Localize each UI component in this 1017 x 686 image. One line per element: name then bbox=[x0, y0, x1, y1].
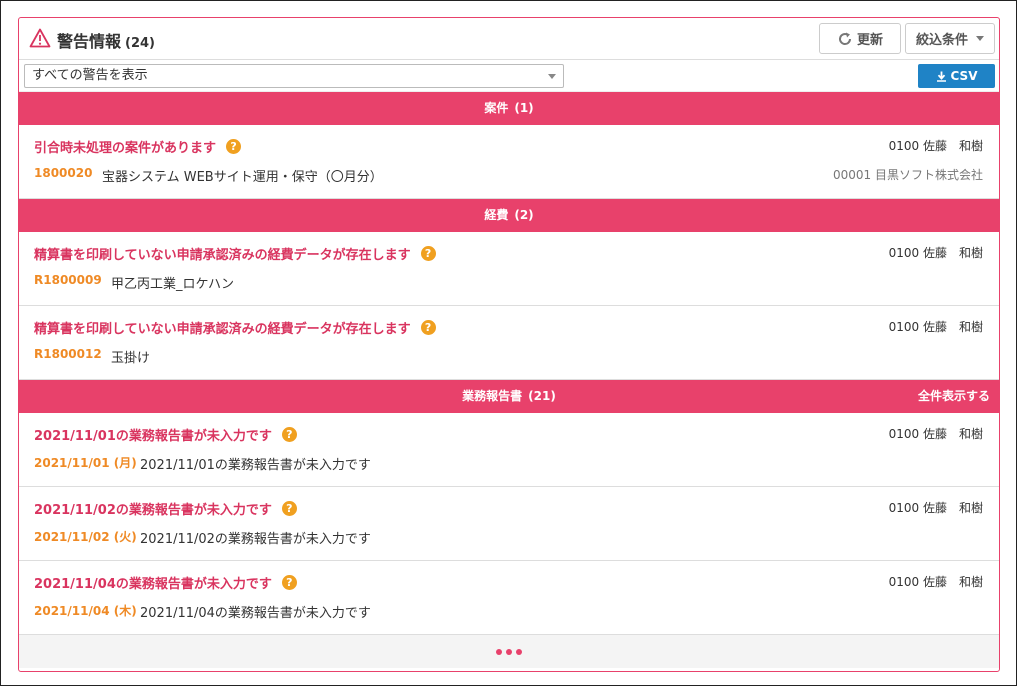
load-more-button[interactable] bbox=[19, 635, 999, 668]
help-icon[interactable]: ? bbox=[226, 139, 242, 154]
warning-item-title[interactable]: 2021/11/04の業務報告書が未入力です ? bbox=[34, 573, 297, 592]
warning-item-title[interactable]: 精算書を印刷していない申請承認済みの経費データが存在します ? bbox=[34, 318, 436, 337]
warning-item-date[interactable]: 2021/11/02 (火) bbox=[34, 528, 137, 545]
warning-item[interactable]: 引合時未処理の案件があります ? 0100 佐藤 和樹 1800020 宝器シス… bbox=[19, 125, 999, 199]
screen-frame: 警告情報 (24) 更新 絞込条件 すべての警告を表示 CSV 案件 (1) 引… bbox=[0, 0, 1017, 686]
warning-item-description: 玉掛け bbox=[111, 351, 151, 366]
warning-item-client: 00001 目黒ソフト株式会社 bbox=[833, 168, 983, 182]
warning-item-title[interactable]: 2021/11/02の業務報告書が未入力です ? bbox=[34, 499, 297, 518]
warning-item-user: 0100 佐藤 和樹 bbox=[888, 427, 983, 441]
refresh-icon bbox=[838, 32, 851, 45]
help-icon[interactable]: ? bbox=[281, 575, 297, 590]
warning-item[interactable]: 精算書を印刷していない申請承認済みの経費データが存在します ? 0100 佐藤 … bbox=[19, 232, 999, 306]
refresh-label: 更新 bbox=[856, 33, 883, 48]
more-dot-icon bbox=[516, 648, 522, 655]
section-header-work-reports: 業務報告書 (21) 全件表示する bbox=[19, 380, 999, 413]
warning-item-title-text: 2021/11/02の業務報告書が未入力です bbox=[34, 503, 272, 518]
section-title: 経費 bbox=[484, 208, 509, 222]
warning-item-user: 0100 佐藤 和樹 bbox=[888, 320, 983, 334]
select-caret-icon bbox=[548, 74, 556, 79]
show-all-link[interactable]: 全件表示する bbox=[918, 380, 990, 413]
warning-item-id[interactable]: R1800012 bbox=[34, 347, 102, 361]
more-dot-icon bbox=[496, 648, 502, 655]
help-icon[interactable]: ? bbox=[420, 320, 436, 335]
warning-count: (24) bbox=[125, 36, 155, 51]
download-icon bbox=[936, 71, 946, 82]
section-header-expenses: 経費 (2) bbox=[19, 199, 999, 232]
section-title: 業務報告書 bbox=[462, 389, 523, 403]
page-title: 警告情報 (24) bbox=[57, 28, 155, 52]
warning-item-user: 0100 佐藤 和樹 bbox=[888, 246, 983, 260]
filter-button[interactable]: 絞込条件 bbox=[905, 23, 995, 54]
warning-item-title-text: 精算書を印刷していない申請承認済みの経費データが存在します bbox=[34, 248, 411, 263]
warning-item[interactable]: 2021/11/04の業務報告書が未入力です ? 0100 佐藤 和樹 2021… bbox=[19, 561, 999, 635]
section-title: 案件 bbox=[484, 101, 509, 115]
warning-triangle-icon bbox=[29, 28, 51, 48]
help-icon[interactable]: ? bbox=[281, 427, 297, 442]
warning-item-user: 0100 佐藤 和樹 bbox=[888, 139, 983, 153]
warning-item-description: 宝器システム WEBサイト運用・保守（〇月分） bbox=[102, 170, 383, 185]
warning-filter-value: すべての警告を表示 bbox=[32, 68, 148, 83]
more-dot-icon bbox=[506, 648, 512, 655]
warning-item-id[interactable]: R1800009 bbox=[34, 273, 102, 287]
warning-item[interactable]: 精算書を印刷していない申請承認済みの経費データが存在します ? 0100 佐藤 … bbox=[19, 306, 999, 380]
warning-item-description: 2021/11/02の業務報告書が未入力です bbox=[140, 532, 371, 547]
section-header-projects: 案件 (1) bbox=[19, 92, 999, 125]
warning-item-title-text: 引合時未処理の案件があります bbox=[34, 141, 217, 156]
filter-label: 絞込条件 bbox=[915, 33, 968, 48]
warning-item[interactable]: 2021/11/01の業務報告書が未入力です ? 0100 佐藤 和樹 2021… bbox=[19, 413, 999, 487]
warning-item-title[interactable]: 精算書を印刷していない申請承認済みの経費データが存在します ? bbox=[34, 244, 436, 263]
help-icon[interactable]: ? bbox=[420, 246, 436, 261]
warning-item-title-text: 2021/11/01の業務報告書が未入力です bbox=[34, 429, 272, 444]
warning-item-date[interactable]: 2021/11/01 (月) bbox=[34, 454, 137, 471]
warning-filter-select[interactable]: すべての警告を表示 bbox=[24, 64, 564, 88]
warning-item-description: 甲乙丙工業_ロケハン bbox=[111, 277, 234, 292]
chevron-down-icon bbox=[976, 36, 984, 41]
warning-panel: 警告情報 (24) 更新 絞込条件 すべての警告を表示 CSV 案件 (1) 引… bbox=[18, 17, 1000, 672]
csv-download-button[interactable]: CSV bbox=[918, 64, 995, 88]
warning-item-user: 0100 佐藤 和樹 bbox=[888, 575, 983, 589]
section-count: (1) bbox=[514, 101, 534, 115]
warning-item-date[interactable]: 2021/11/04 (木) bbox=[34, 602, 137, 619]
help-icon[interactable]: ? bbox=[281, 501, 297, 516]
warning-item-user: 0100 佐藤 和樹 bbox=[888, 501, 983, 515]
warning-item-title-text: 2021/11/04の業務報告書が未入力です bbox=[34, 577, 272, 592]
warning-item-description: 2021/11/04の業務報告書が未入力です bbox=[140, 606, 371, 621]
section-count: (2) bbox=[514, 208, 534, 222]
panel-toolbar: すべての警告を表示 CSV bbox=[19, 60, 999, 92]
page-title-text: 警告情報 bbox=[57, 32, 122, 51]
warning-item-title[interactable]: 2021/11/01の業務報告書が未入力です ? bbox=[34, 425, 297, 444]
warning-item-description: 2021/11/01の業務報告書が未入力です bbox=[140, 458, 371, 473]
refresh-button[interactable]: 更新 bbox=[819, 23, 901, 54]
panel-header: 警告情報 (24) 更新 絞込条件 bbox=[19, 18, 999, 60]
warning-item-title-text: 精算書を印刷していない申請承認済みの経費データが存在します bbox=[34, 322, 411, 337]
warning-item[interactable]: 2021/11/02の業務報告書が未入力です ? 0100 佐藤 和樹 2021… bbox=[19, 487, 999, 561]
section-count: (21) bbox=[528, 389, 556, 403]
warning-item-id[interactable]: 1800020 bbox=[34, 166, 92, 180]
csv-label: CSV bbox=[950, 69, 978, 83]
warning-item-title[interactable]: 引合時未処理の案件があります ? bbox=[34, 137, 242, 156]
